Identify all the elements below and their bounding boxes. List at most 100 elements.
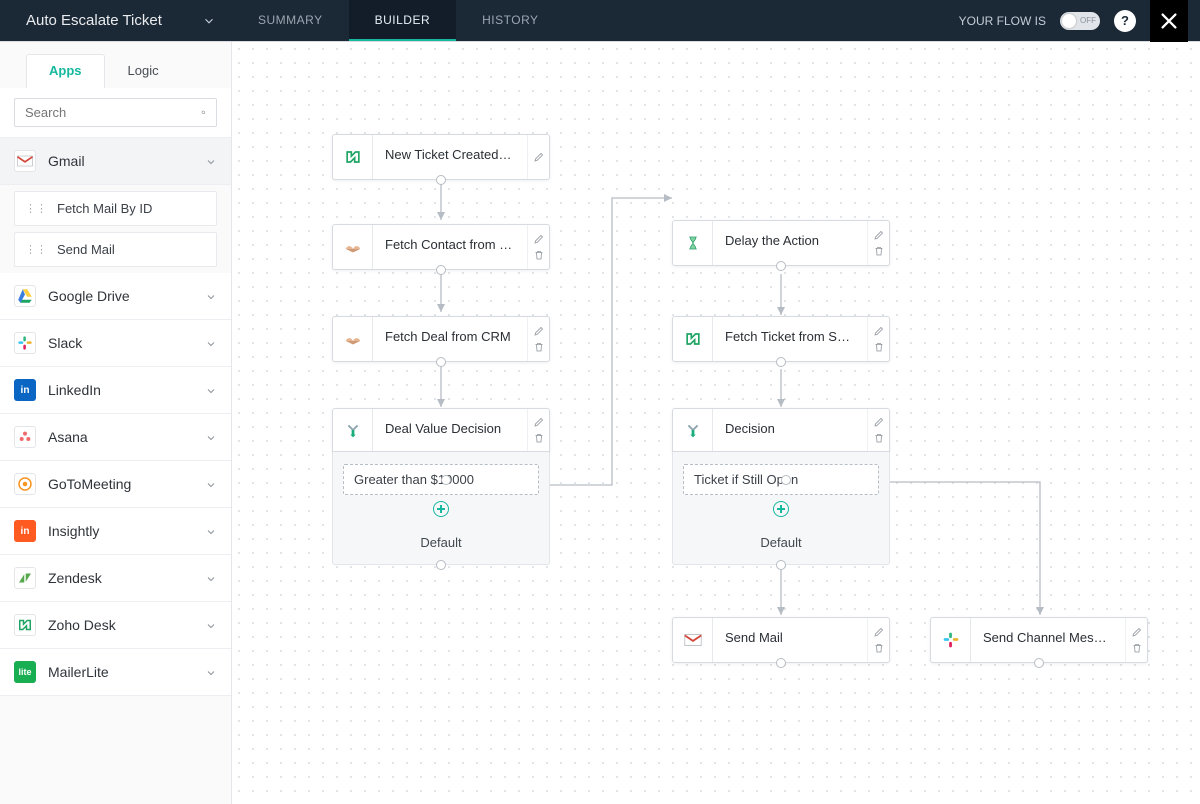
tab-summary[interactable]: SUMMARY — [232, 0, 349, 41]
search-icon — [201, 105, 206, 120]
port-icon[interactable] — [436, 175, 446, 185]
edit-icon[interactable] — [1131, 626, 1143, 638]
decision-default-label: Default — [683, 527, 879, 564]
chevron-down-icon — [202, 14, 216, 28]
flow-title[interactable]: Auto Escalate Ticket — [0, 0, 232, 41]
node-title: Send Mail — [713, 618, 867, 662]
trash-icon[interactable] — [873, 432, 885, 444]
chevron-down-icon — [205, 384, 217, 396]
app-row-google-drive[interactable]: Google Drive — [0, 273, 231, 320]
trash-icon[interactable] — [1131, 642, 1143, 654]
decision-icon — [673, 409, 713, 451]
mailerlite-icon: lite — [14, 661, 36, 683]
flow-toggle[interactable]: OFF — [1060, 12, 1100, 30]
trash-icon[interactable] — [873, 642, 885, 654]
gmail-action-fetch-mail[interactable]: ⋮⋮ Fetch Mail By ID — [14, 191, 217, 226]
app-row-asana[interactable]: Asana — [0, 414, 231, 461]
chevron-down-icon — [205, 290, 217, 302]
decision-icon — [333, 409, 373, 451]
node-title: Delay the Action — [713, 221, 867, 265]
chevron-down-icon — [205, 572, 217, 584]
drag-handle-icon: ⋮⋮ — [25, 243, 47, 256]
edit-icon[interactable] — [873, 325, 885, 337]
zoho-desk-icon — [333, 135, 373, 179]
app-label: MailerLite — [48, 664, 109, 680]
close-button[interactable] — [1150, 0, 1188, 42]
slack-icon — [14, 332, 36, 354]
port-icon[interactable] — [441, 475, 451, 485]
port-icon[interactable] — [776, 261, 786, 271]
app-row-gmail[interactable]: Gmail — [0, 138, 231, 185]
flow-title-label: Auto Escalate Ticket — [26, 12, 162, 29]
crm-icon — [333, 317, 373, 361]
node-fetch-contact[interactable]: Fetch Contact from CRM — [332, 224, 550, 270]
node-slack-message[interactable]: Send Channel Message — [930, 617, 1148, 663]
trash-icon[interactable] — [533, 341, 545, 353]
node-deal-value-decision[interactable]: Deal Value Decision Greater than $10000 … — [332, 408, 550, 565]
port-icon[interactable] — [776, 658, 786, 668]
edit-icon[interactable] — [533, 233, 545, 245]
app-row-mailerlite[interactable]: lite MailerLite — [0, 649, 231, 696]
add-condition-button[interactable] — [773, 501, 789, 517]
node-trigger[interactable]: New Ticket Created in ... — [332, 134, 550, 180]
port-icon[interactable] — [781, 475, 791, 485]
gmail-icon — [673, 618, 713, 662]
action-label: Send Mail — [57, 242, 115, 257]
asana-icon — [14, 426, 36, 448]
node-fetch-ticket[interactable]: Fetch Ticket from Supp... — [672, 316, 890, 362]
chevron-down-icon — [205, 155, 217, 167]
port-icon[interactable] — [436, 560, 446, 570]
app-row-zoho-desk[interactable]: Zoho Desk — [0, 602, 231, 649]
app-row-insightly[interactable]: in Insightly — [0, 508, 231, 555]
node-send-mail[interactable]: Send Mail — [672, 617, 890, 663]
port-icon[interactable] — [776, 357, 786, 367]
sidebar-tab-apps[interactable]: Apps — [26, 54, 105, 88]
trash-icon[interactable] — [533, 249, 545, 261]
sidebar-tab-logic[interactable]: Logic — [105, 54, 182, 88]
trash-icon[interactable] — [533, 432, 545, 444]
node-title: Decision — [713, 409, 867, 451]
app-label: Asana — [48, 429, 88, 445]
app-label: Zoho Desk — [48, 617, 116, 633]
app-label: Insightly — [48, 523, 99, 539]
port-icon[interactable] — [1034, 658, 1044, 668]
edit-icon[interactable] — [533, 416, 545, 428]
port-icon[interactable] — [776, 560, 786, 570]
chevron-down-icon — [205, 431, 217, 443]
tab-builder[interactable]: BUILDER — [349, 0, 457, 41]
zoho-desk-icon — [673, 317, 713, 361]
chevron-down-icon — [205, 337, 217, 349]
trash-icon[interactable] — [873, 341, 885, 353]
tab-history[interactable]: HISTORY — [456, 0, 564, 41]
app-row-gotomeeting[interactable]: GoToMeeting — [0, 461, 231, 508]
slack-icon — [931, 618, 971, 662]
gmail-icon — [14, 150, 36, 172]
port-icon[interactable] — [436, 265, 446, 275]
edit-icon[interactable] — [533, 325, 545, 337]
edit-icon[interactable] — [873, 626, 885, 638]
trash-icon[interactable] — [873, 245, 885, 257]
app-row-slack[interactable]: Slack — [0, 320, 231, 367]
edit-icon[interactable] — [533, 151, 545, 163]
app-label: Google Drive — [48, 288, 130, 304]
app-label: Slack — [48, 335, 82, 351]
search-input[interactable] — [14, 98, 217, 127]
node-fetch-deal[interactable]: Fetch Deal from CRM — [332, 316, 550, 362]
insightly-icon: in — [14, 520, 36, 542]
edit-icon[interactable] — [873, 229, 885, 241]
help-button[interactable]: ? — [1114, 10, 1136, 32]
node-open-decision[interactable]: Decision Ticket if Still Open Default — [672, 408, 890, 565]
app-row-linkedin[interactable]: in LinkedIn — [0, 367, 231, 414]
add-condition-button[interactable] — [433, 501, 449, 517]
app-row-zendesk[interactable]: Zendesk — [0, 555, 231, 602]
edit-icon[interactable] — [873, 416, 885, 428]
gmail-action-send-mail[interactable]: ⋮⋮ Send Mail — [14, 232, 217, 267]
port-icon[interactable] — [436, 357, 446, 367]
zoho-desk-icon — [14, 614, 36, 636]
node-title: Fetch Deal from CRM — [373, 317, 527, 361]
node-title: Fetch Contact from CRM — [373, 225, 527, 269]
app-label: GoToMeeting — [48, 476, 131, 492]
search-field[interactable] — [25, 105, 201, 120]
decision-default-label: Default — [343, 527, 539, 564]
node-delay[interactable]: Delay the Action — [672, 220, 890, 266]
